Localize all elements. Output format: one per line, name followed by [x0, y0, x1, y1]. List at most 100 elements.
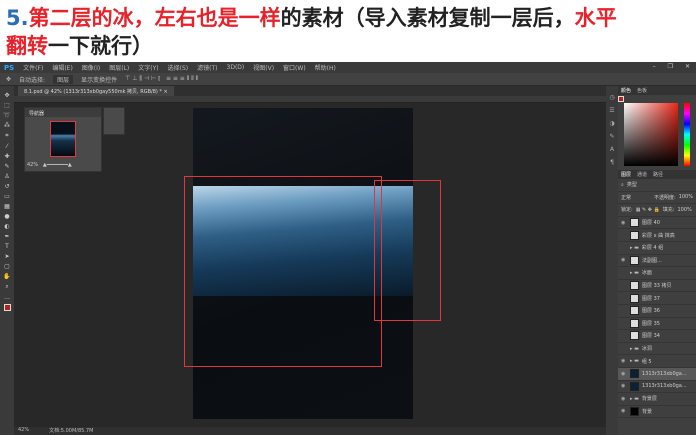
hand-icon[interactable]: ✋ — [3, 273, 10, 280]
layer-row[interactable]: 图层 34 — [618, 330, 696, 343]
options-bar: ✥ 自动选择: 图层 显示变换控件 ⊤ ⊥ ⫼ ⊣ ⊢ ⫾ ≡ ≡ ≡ ⫴ ⫴ … — [0, 73, 696, 86]
right-panels: 颜色 色板 图层 通道 路径 ⌕ 类型 正常 不透明度: 100% 锁定: ▦ ✎ ✥ 🔒 填充… — [618, 86, 696, 435]
folder-icon: ▸ ▬ — [630, 395, 639, 402]
adjust-icon[interactable]: ◑ — [609, 120, 614, 127]
align-icons[interactable]: ⊤ ⊥ ⫼ ⊣ ⊢ ⫾ ≡ ≡ ≡ ⫴ ⫴ ⫴ — [125, 75, 198, 83]
color-picker-field[interactable] — [624, 103, 678, 166]
navigator-thumbnail[interactable] — [50, 121, 76, 157]
visibility-eye-icon[interactable]: ◉ — [621, 257, 627, 263]
tab-layers[interactable]: 图层 — [621, 171, 631, 178]
navigator-zoom[interactable]: 42% — [27, 162, 38, 168]
layer-row[interactable]: 彩层 x 曲 抹高 — [618, 229, 696, 242]
layer-row[interactable]: ◉ ▸ ▬ 组 5 — [618, 355, 696, 368]
opacity-field[interactable]: 100% — [679, 194, 693, 200]
navigator-title: 导航器 — [25, 108, 101, 117]
shape-icon[interactable]: ▢ — [4, 263, 10, 270]
layer-row[interactable]: 图层 36 — [618, 305, 696, 318]
layer-name: 背景 — [642, 408, 653, 415]
target-select[interactable]: 图层 — [53, 74, 74, 84]
layer-row[interactable]: 图层 37 — [618, 292, 696, 305]
char-icon[interactable]: A — [610, 146, 614, 153]
menu-item[interactable]: 帮助(H) — [315, 63, 336, 72]
menu-item[interactable]: 视图(V) — [253, 63, 274, 72]
menu-item[interactable]: 滤镜(T) — [197, 63, 217, 72]
gradient-icon[interactable]: ▦ — [4, 203, 10, 210]
layer-row[interactable]: ◉ 背景 — [618, 406, 696, 419]
blend-mode-select[interactable]: 正常 — [621, 194, 651, 201]
properties-icon[interactable]: ☰ — [609, 107, 614, 114]
layer-name: 图层 35 — [642, 320, 660, 327]
layer-row[interactable]: 图层 33 拷贝 — [618, 280, 696, 293]
layer-row[interactable]: ◉ 法副图... — [618, 255, 696, 268]
layer-row[interactable]: ◉ 1313r313xb0ga... — [618, 381, 696, 394]
history-icon[interactable]: ◷ — [609, 94, 614, 101]
layer-row[interactable]: 图层 35 — [618, 318, 696, 331]
visibility-eye-icon[interactable]: ◉ — [621, 383, 627, 389]
blur-icon[interactable]: ● — [4, 213, 9, 220]
pen-icon[interactable]: ✒ — [4, 233, 9, 240]
path-select-icon[interactable]: ➤ — [4, 253, 9, 260]
collapsed-panel[interactable] — [103, 107, 125, 135]
more-tools-icon[interactable]: … — [4, 294, 10, 301]
healing-icon[interactable]: ✚ — [4, 153, 9, 160]
menu-item[interactable]: 编辑(E) — [52, 63, 72, 72]
lasso-tool-icon[interactable]: ➰ — [3, 112, 10, 119]
tab-channels[interactable]: 通道 — [637, 171, 647, 178]
layer-thumbnail — [630, 306, 639, 316]
foreground-color-swatch[interactable] — [3, 304, 11, 311]
document-tab[interactable]: 8.1.psd @ 42% (1313r313xb0gay550mk 拷贝, R… — [18, 86, 174, 96]
show-transform-checkbox[interactable]: 显示变换控件 — [81, 75, 117, 84]
para-icon[interactable]: ¶ — [610, 159, 614, 166]
layer-row[interactable]: ◉ 1313r313xb0ga... — [618, 367, 696, 381]
menu-item[interactable]: 图像(I) — [82, 63, 100, 72]
eraser-icon[interactable]: ▭ — [4, 193, 10, 200]
marquee-tool-icon[interactable]: ⬚ — [4, 102, 10, 109]
layer-filter[interactable]: ⌕ 类型 — [618, 179, 696, 192]
window-controls: – ❐ ✕ — [653, 63, 690, 70]
move-tool-icon[interactable]: ✥ — [4, 92, 9, 99]
auto-select-checkbox[interactable]: 自动选择: — [19, 75, 45, 84]
hue-slider[interactable] — [684, 103, 690, 166]
visibility-eye-icon[interactable]: ◉ — [621, 408, 627, 414]
layer-row[interactable]: ▸ ▬ 彩层 4 组 — [618, 242, 696, 255]
zoom-slider[interactable]: ▲━━━━━━━▲ — [43, 162, 72, 168]
eyedropper-icon[interactable]: ⁄ — [6, 143, 7, 150]
visibility-eye-icon[interactable]: ◉ — [621, 396, 627, 402]
layer-row[interactable]: ◉ ▸ ▬ 背景层 — [618, 393, 696, 406]
tab-paths[interactable]: 路径 — [653, 171, 663, 178]
menu-item[interactable]: 图层(L) — [109, 63, 129, 72]
tab-swatches[interactable]: 色板 — [637, 87, 647, 94]
history-brush-icon[interactable]: ↺ — [4, 183, 9, 190]
menu-item[interactable]: 选择(S) — [168, 63, 189, 72]
lock-icons[interactable]: ▦ ✎ ✥ 🔒 — [636, 207, 660, 213]
menu-item[interactable]: 文件(F) — [23, 63, 43, 72]
visibility-eye-icon[interactable]: ◉ — [621, 371, 627, 377]
magic-wand-icon[interactable]: ⁂ — [4, 122, 10, 129]
tab-color[interactable]: 颜色 — [621, 87, 631, 94]
layer-thumbnail — [630, 406, 639, 416]
brush-preset-icon[interactable]: ✎ — [609, 133, 614, 140]
layer-row[interactable]: ▸ ▬ 冰洞 — [618, 343, 696, 356]
crop-tool-icon[interactable]: ⌗ — [5, 132, 8, 140]
layer-row[interactable]: ◉ 图层 40 — [618, 217, 696, 230]
stamp-icon[interactable]: ♙ — [4, 173, 9, 180]
close-icon[interactable]: ✕ — [685, 63, 690, 70]
restore-icon[interactable]: ❐ — [668, 63, 673, 70]
dodge-icon[interactable]: ◐ — [4, 223, 9, 230]
foreground-swatch[interactable] — [618, 96, 624, 102]
layer-row[interactable]: ▸ ▬ 冰面 — [618, 267, 696, 280]
fill-field[interactable]: 100% — [677, 207, 691, 213]
menu-item[interactable]: 窗口(W) — [283, 63, 306, 72]
move-tool-icon[interactable]: ✥ — [6, 76, 11, 83]
menu-item[interactable]: 文字(Y) — [138, 63, 158, 72]
zoom-tool-icon[interactable]: ⌕ — [5, 283, 8, 291]
brush-icon[interactable]: ✎ — [4, 163, 9, 170]
visibility-eye-icon[interactable]: ◉ — [621, 358, 627, 364]
layer-name: 背景层 — [641, 396, 657, 403]
visibility-eye-icon[interactable]: ◉ — [621, 220, 627, 226]
layer-name: 冰面 — [641, 270, 652, 277]
status-bar: 42% 文档:5.00M/85.7M — [14, 427, 606, 435]
type-tool-icon[interactable]: T — [5, 243, 9, 250]
menu-item[interactable]: 3D(D) — [227, 64, 245, 71]
minimize-icon[interactable]: – — [653, 63, 656, 70]
